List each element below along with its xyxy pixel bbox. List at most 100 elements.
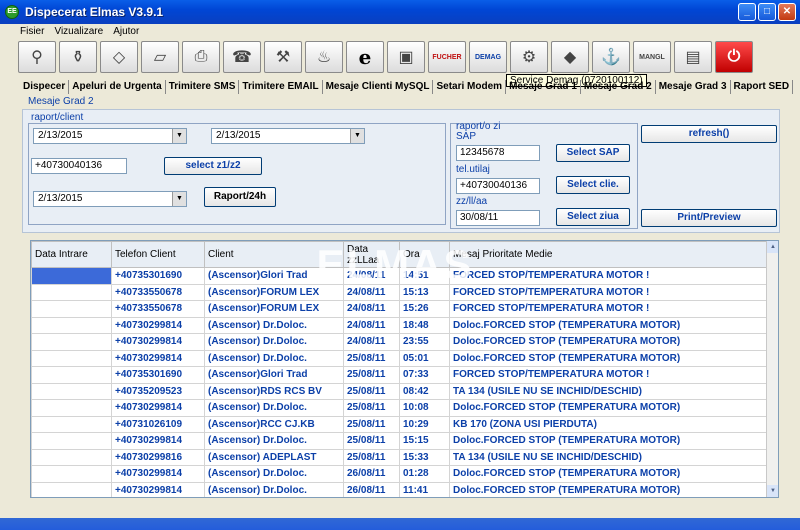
table-row[interactable]: +40735209523 (Ascensor)RDS RCS BV 25/08/11… bbox=[31, 382, 768, 400]
toolbar-e-icon[interactable]: e bbox=[346, 41, 384, 73]
table-cell[interactable]: (Ascensor)RDS RCS BV bbox=[204, 382, 344, 400]
table-cell[interactable] bbox=[31, 283, 112, 301]
maximize-button[interactable]: □ bbox=[758, 3, 776, 21]
table-cell[interactable]: +40735301690 bbox=[111, 267, 205, 285]
table-cell[interactable]: 07:33 bbox=[399, 366, 450, 384]
table-cell[interactable]: (Ascensor) Dr.Doloc. bbox=[204, 432, 344, 450]
table-cell[interactable]: Doloc.FORCED STOP (TEMPERATURA MOTOR) bbox=[449, 465, 768, 483]
table-cell[interactable]: Doloc.FORCED STOP (TEMPERATURA MOTOR) bbox=[449, 481, 768, 497]
tab-trimitere-email[interactable]: Trimitere EMAIL bbox=[239, 80, 323, 94]
table-cell[interactable]: 24/08/11 bbox=[343, 300, 400, 318]
table-cell[interactable]: +40730299816 bbox=[111, 448, 205, 466]
scroll-up-icon[interactable]: ▲ bbox=[767, 241, 778, 253]
table-cell[interactable]: (Ascensor) Dr.Doloc. bbox=[204, 399, 344, 417]
table-cell[interactable]: TA 134 (USILE NU SE INCHID/DESCHID) bbox=[449, 448, 768, 466]
table-cell[interactable]: (Ascensor) ADEPLAST bbox=[204, 448, 344, 466]
table-cell[interactable] bbox=[31, 333, 112, 351]
tab-mesaje-mysql[interactable]: Mesaje Clienti MySQL bbox=[323, 80, 434, 94]
table-cell[interactable]: KB 170 (ZONA USI PIERDUTA) bbox=[449, 415, 768, 433]
table-cell[interactable]: 25/08/11 bbox=[343, 432, 400, 450]
select-ziua-button[interactable]: Select ziua bbox=[556, 208, 630, 226]
table-row[interactable]: +40733550678 (Ascensor)FORUM LEX 24/08/11 1… bbox=[31, 300, 768, 318]
sap-input[interactable]: 12345678 bbox=[456, 145, 540, 161]
table-cell[interactable]: +40735301690 bbox=[111, 366, 205, 384]
table-row[interactable]: +40730299814 (Ascensor) Dr.Doloc. 24/08/11… bbox=[31, 333, 768, 351]
table-cell[interactable]: +40731026109 bbox=[111, 415, 205, 433]
table-cell[interactable]: (Ascensor) Dr.Doloc. bbox=[204, 465, 344, 483]
table-cell[interactable]: 23:55 bbox=[399, 333, 450, 351]
print-preview-button[interactable]: Print/Preview bbox=[641, 209, 777, 227]
table-cell[interactable]: +40730299814 bbox=[111, 481, 205, 497]
toolbar-fax-icon[interactable]: ☎ bbox=[223, 41, 261, 73]
table-row[interactable]: +40730299814 (Ascensor) Dr.Doloc. 24/08/11… bbox=[31, 316, 768, 334]
table-cell[interactable]: Doloc.FORCED STOP (TEMPERATURA MOTOR) bbox=[449, 349, 768, 367]
tab-mesaje-grad-2[interactable]: Mesaje Grad 2 bbox=[581, 80, 656, 94]
scroll-down-icon[interactable]: ▼ bbox=[767, 485, 778, 497]
table-cell[interactable] bbox=[31, 415, 112, 433]
toolbar-mangl-icon[interactable]: MANGL bbox=[633, 41, 671, 73]
close-button[interactable]: ✕ bbox=[778, 3, 796, 21]
table-cell[interactable]: 26/08/11 bbox=[343, 465, 400, 483]
table-cell[interactable] bbox=[31, 448, 112, 466]
table-cell[interactable]: +40735209523 bbox=[111, 382, 205, 400]
tab-raport-sed[interactable]: Raport SED bbox=[731, 80, 794, 94]
table-cell[interactable]: Doloc.FORCED STOP (TEMPERATURA MOTOR) bbox=[449, 316, 768, 334]
table-cell[interactable]: 11:41 bbox=[399, 481, 450, 497]
table-cell[interactable] bbox=[31, 432, 112, 450]
toolbar-plug-icon[interactable]: ⚲ bbox=[18, 41, 56, 73]
toolbar-crane-icon[interactable]: ⚓ bbox=[592, 41, 630, 73]
menu-fisier[interactable]: Fisier bbox=[20, 24, 44, 40]
date-single-picker[interactable]: 2/13/2015 ▼ bbox=[33, 191, 187, 207]
toolbar-forklift-icon[interactable]: ⚙ bbox=[510, 41, 548, 73]
refresh-button[interactable]: refresh() bbox=[641, 125, 777, 143]
col-data-intrare[interactable]: Data Intrare bbox=[31, 241, 112, 268]
table-cell[interactable]: 25/08/11 bbox=[343, 399, 400, 417]
vertical-scrollbar[interactable]: ▲ ▼ bbox=[766, 241, 778, 497]
table-row[interactable]: +40735301690 (Ascensor)Glori Trad 25/08/11… bbox=[31, 366, 768, 384]
table-cell[interactable]: (Ascensor) Dr.Doloc. bbox=[204, 481, 344, 497]
table-row[interactable]: +40730299814 (Ascensor) Dr.Doloc. 26/08/11… bbox=[31, 481, 768, 497]
table-cell[interactable]: 24/08/11 bbox=[343, 316, 400, 334]
tab-mesaje-grad-1[interactable]: Mesaje Grad 1 bbox=[506, 80, 581, 94]
table-cell[interactable] bbox=[31, 481, 112, 497]
select-sap-button[interactable]: Select SAP bbox=[556, 144, 630, 162]
table-cell[interactable]: (Ascensor)FORUM LEX bbox=[204, 300, 344, 318]
table-cell[interactable]: Doloc.FORCED STOP (TEMPERATURA MOTOR) bbox=[449, 399, 768, 417]
col-mesaj[interactable]: Mesaj Prioritate Medie bbox=[449, 241, 768, 268]
tab-dispecer[interactable]: Dispecer bbox=[20, 80, 70, 94]
table-cell[interactable] bbox=[31, 349, 112, 367]
table-cell[interactable]: 25/08/11 bbox=[343, 366, 400, 384]
table-cell[interactable]: 10:29 bbox=[399, 415, 450, 433]
table-cell[interactable] bbox=[31, 465, 112, 483]
minimize-button[interactable]: _ bbox=[738, 3, 756, 21]
table-cell[interactable]: 18:48 bbox=[399, 316, 450, 334]
tab-setari-modem[interactable]: Setari Modem bbox=[433, 80, 507, 94]
toolbar-scanner-icon[interactable]: ▱ bbox=[141, 41, 179, 73]
table-cell[interactable]: FORCED STOP/TEMPERATURA MOTOR ! bbox=[449, 300, 768, 318]
tel-utilaj-input[interactable]: +40730040136 bbox=[456, 178, 540, 194]
table-cell[interactable]: 25/08/11 bbox=[343, 349, 400, 367]
toolbar-power-icon[interactable]: ⏻ bbox=[715, 41, 753, 73]
table-cell[interactable]: FORCED STOP/TEMPERATURA MOTOR ! bbox=[449, 267, 768, 285]
table-cell[interactable]: Doloc.FORCED STOP (TEMPERATURA MOTOR) bbox=[449, 432, 768, 450]
table-cell[interactable] bbox=[31, 300, 112, 318]
table-cell[interactable] bbox=[31, 267, 112, 285]
table-cell[interactable]: (Ascensor) Dr.Doloc. bbox=[204, 316, 344, 334]
toolbar-server-icon[interactable]: ▤ bbox=[674, 41, 712, 73]
table-cell[interactable]: FORCED STOP/TEMPERATURA MOTOR ! bbox=[449, 283, 768, 301]
table-cell[interactable]: 08:42 bbox=[399, 382, 450, 400]
table-row[interactable]: +40730299814 (Ascensor) Dr.Doloc. 25/08/11… bbox=[31, 399, 768, 417]
table-cell[interactable]: 26/08/11 bbox=[343, 481, 400, 497]
col-telefon-client[interactable]: Telefon Client bbox=[111, 241, 205, 268]
table-cell[interactable]: 10:08 bbox=[399, 399, 450, 417]
table-row[interactable]: +40730299816 (Ascensor) ADEPLAST 25/08/11 1… bbox=[31, 448, 768, 466]
toolbar-eraser-icon[interactable]: ◇ bbox=[100, 41, 138, 73]
table-cell[interactable]: (Ascensor)RCC CJ.KB bbox=[204, 415, 344, 433]
table-cell[interactable]: (Ascensor) Dr.Doloc. bbox=[204, 349, 344, 367]
client-phone-input[interactable]: +40730040136 bbox=[31, 158, 127, 174]
toolbar-logo-icon[interactable]: ◆ bbox=[551, 41, 589, 73]
chevron-down-icon[interactable]: ▼ bbox=[350, 129, 364, 143]
toolbar-printer-icon[interactable]: ⎙ bbox=[182, 41, 220, 73]
table-row[interactable]: +40730299814 (Ascensor) Dr.Doloc. 25/08/11… bbox=[31, 349, 768, 367]
table-cell[interactable]: +40733550678 bbox=[111, 300, 205, 318]
